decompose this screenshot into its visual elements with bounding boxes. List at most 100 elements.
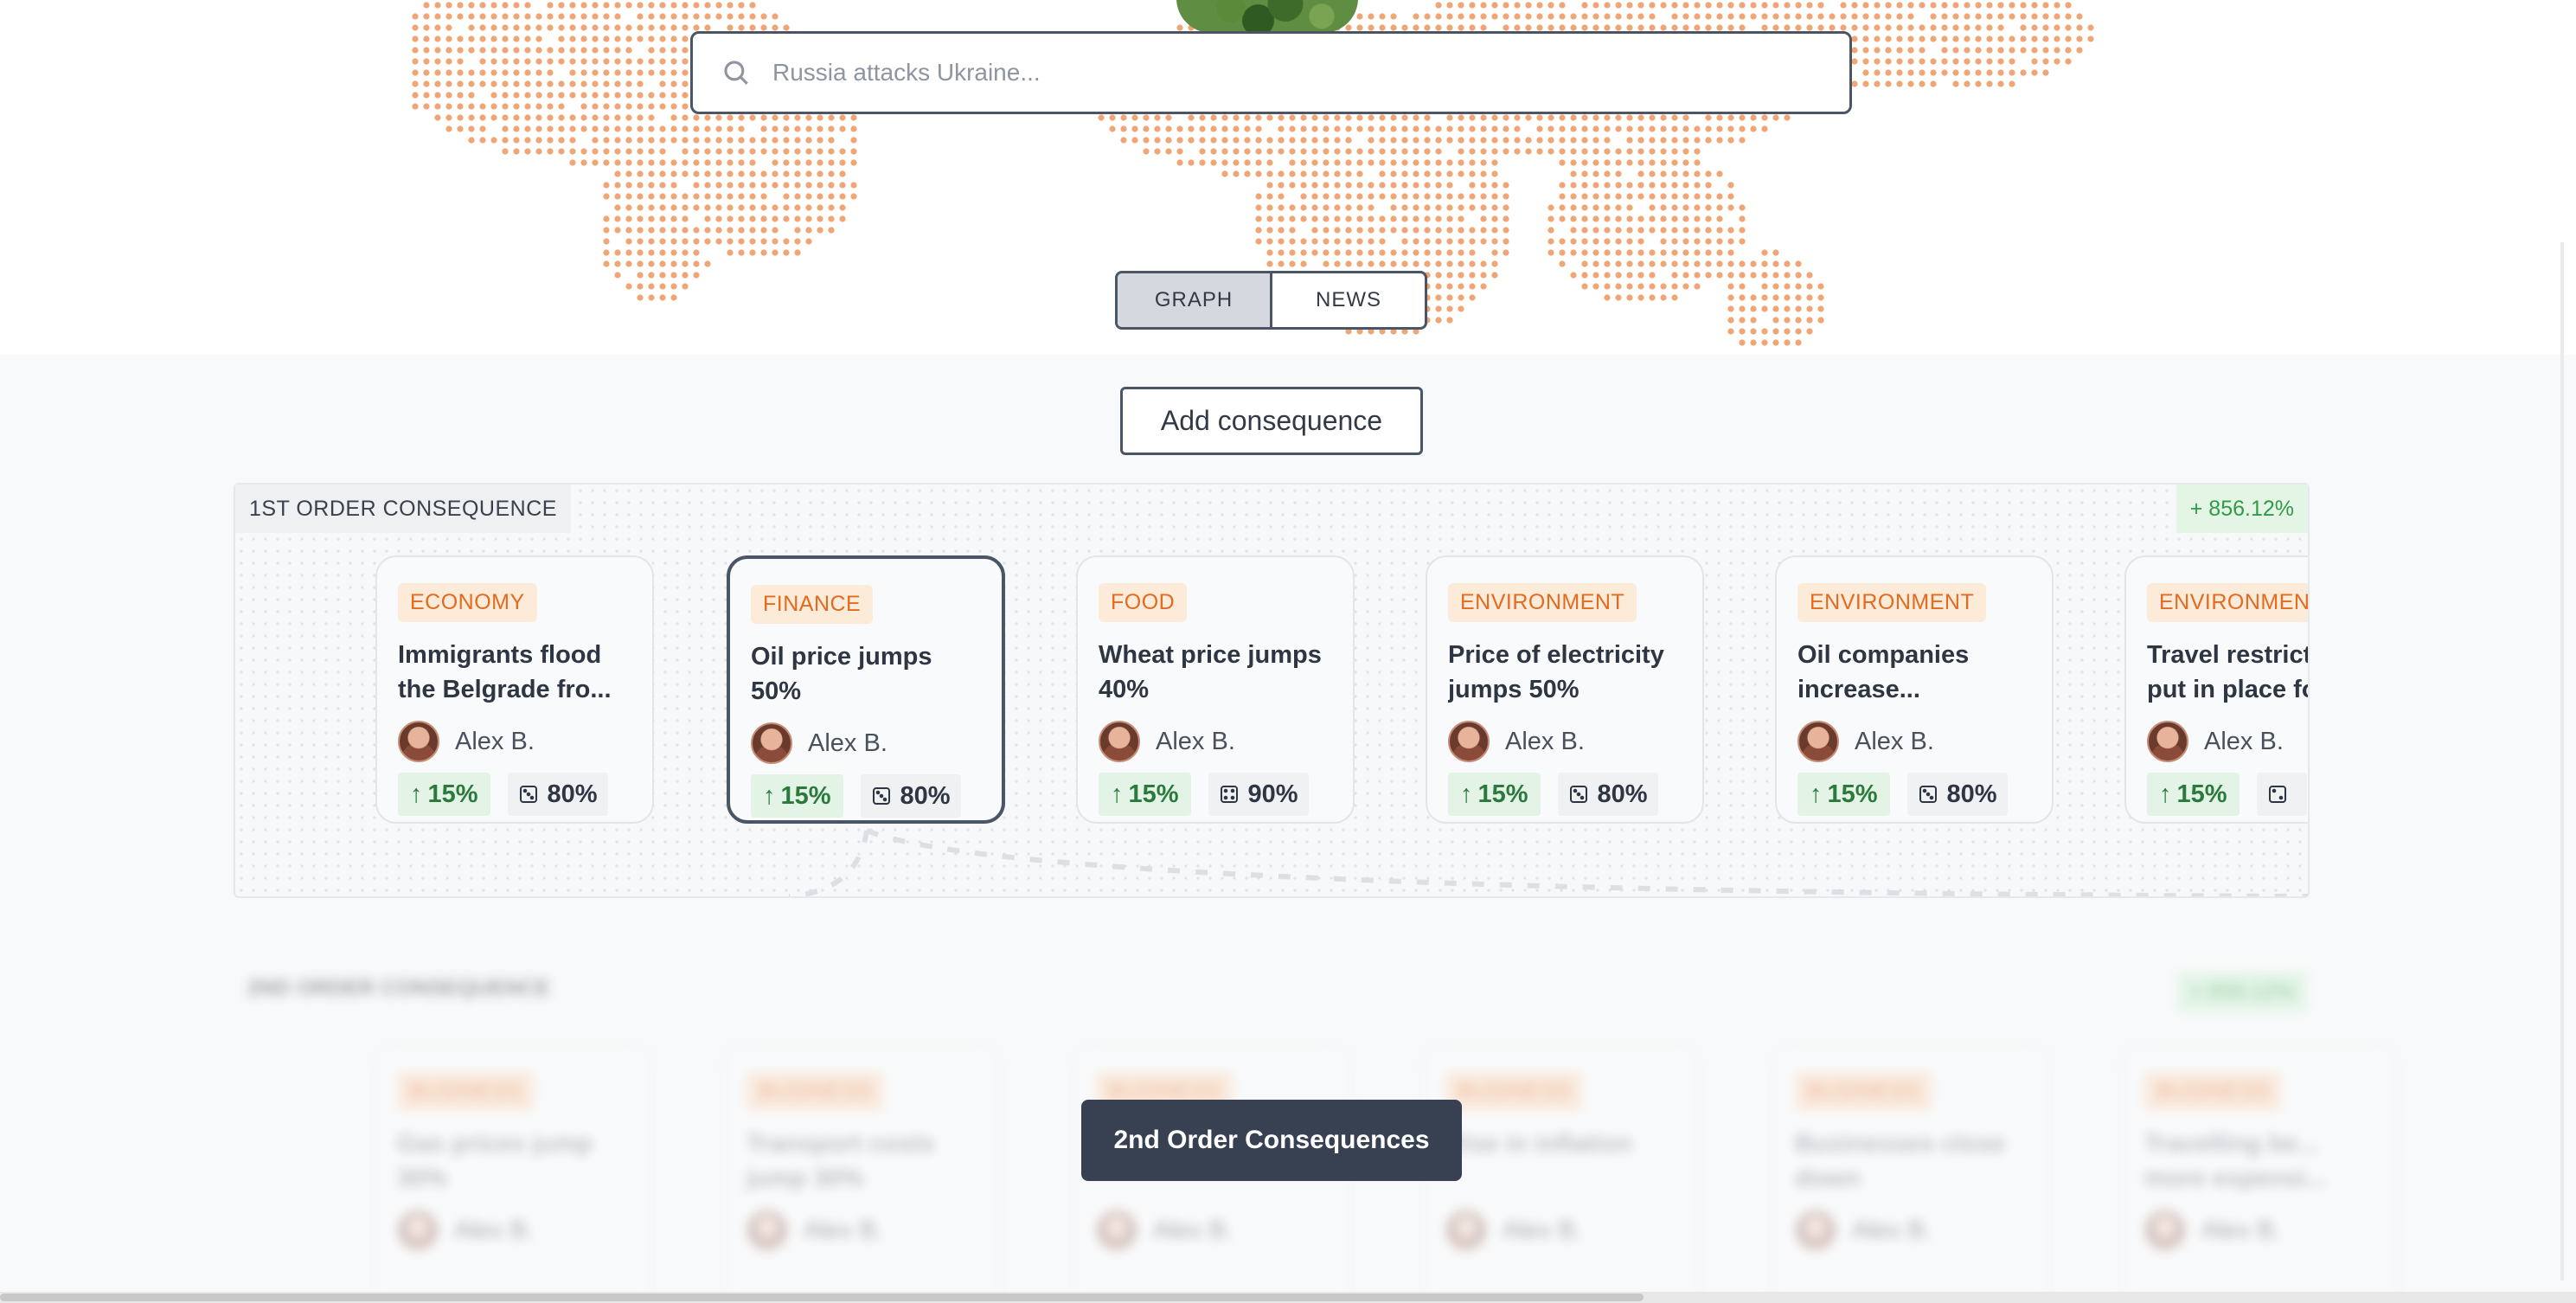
consequence-card[interactable]: ENVIRONMENT Oil companies increase... Al… [1775,555,2054,824]
consequence-card-selected[interactable]: FINANCE Oil price jumps 50% Alex B. ↑ 15%… [727,555,1005,824]
map-dot [1660,148,1667,155]
map-dot [569,159,576,166]
map-dot [1930,13,1937,20]
map-dot [1705,260,1712,267]
consequence-card[interactable]: BUSINESS Businesses close down Alex B. [1772,1043,2050,1303]
map-dot [670,238,677,245]
map-dot [1199,137,1206,144]
map-dot [1660,137,1667,144]
map-dot [434,69,441,76]
map-dot [1390,13,1397,20]
map-dot [1604,137,1611,144]
map-dot [625,260,632,267]
cards-viewport[interactable]: ECONOMY Immigrants flood the Belgrade fr… [235,485,2308,896]
map-dot [760,13,767,20]
map-dot [1368,125,1375,132]
map-dot [1446,13,1453,20]
map-dot [1390,182,1397,189]
map-dot [727,13,734,20]
map-dot [603,2,610,9]
map-dot [1154,125,1161,132]
map-dot [1491,215,1498,222]
map-dot [1682,114,1689,121]
map-dot [850,159,857,166]
consequence-card[interactable]: BUSINESS Rise in inflation Alex B. [1422,1043,1701,1303]
consequence-card[interactable]: BUSINESS Travelling be... more expensi..… [2121,1043,2400,1303]
map-dot [783,125,790,132]
consequence-card[interactable]: BUSINESS Transport costs jump 30% Alex B… [723,1043,1002,1303]
map-dot [1637,227,1644,234]
avatar [1096,1210,1137,1251]
consequence-card[interactable]: ENVIRONMENT Price of electricity jumps 5… [1426,555,1704,824]
avatar [2147,721,2188,762]
map-dot [535,137,542,144]
map-dot [1323,238,1330,245]
map-dot [1266,182,1273,189]
map-dot [1649,159,1656,166]
map-dot [535,58,542,65]
view-toggle[interactable]: GRAPH NEWS [1115,271,1427,330]
map-dot [1446,283,1453,290]
map-dot [1379,249,1386,256]
map-dot [783,249,790,256]
map-dot [1806,305,1813,312]
map-dot [772,13,779,20]
map-dot [749,193,756,200]
map-dot [805,238,812,245]
tab-news[interactable]: NEWS [1272,273,1425,327]
consequence-card[interactable]: FOOD Wheat price jumps 40% Alex B. ↑ 15% … [1076,555,1355,824]
map-dot [1851,80,1858,87]
map-dot [502,13,509,20]
map-dot [1345,114,1352,121]
map-dot [1458,238,1464,245]
consequence-card[interactable]: ECONOMY Immigrants flood the Belgrade fr… [375,555,654,824]
map-dot [1368,238,1375,245]
avatar [397,1210,439,1251]
map-dot [1694,249,1701,256]
scrollbar-thumb[interactable] [0,1293,1644,1301]
second-order-consequences-button[interactable]: 2nd Order Consequences [1081,1100,1462,1181]
map-dot [1592,283,1599,290]
map-dot [659,182,666,189]
map-dot [535,125,542,132]
map-dot [1986,58,1993,65]
map-dot [682,80,689,87]
add-consequence-button[interactable]: Add consequence [1120,387,1423,455]
map-dot [445,47,452,54]
map-dot [693,114,700,121]
tab-graph[interactable]: GRAPH [1118,273,1272,327]
map-dot [1503,215,1509,222]
map-dot [1694,272,1701,279]
map-dot [715,13,722,20]
map-dot [592,148,599,155]
map-dot [1975,80,1982,87]
map-dot [738,159,745,166]
map-dot [1907,24,1914,31]
map-dot [659,294,666,301]
map-dot [704,137,711,144]
map-dot [1368,137,1375,144]
consequence-card-partial[interactable]: ENVIRONMENT Travel restrictions put in p… [2124,555,2308,824]
map-dot [1986,2,1993,9]
map-dot [1345,215,1352,222]
search-bar[interactable] [690,31,1852,114]
map-dot [1559,24,1566,31]
consequence-card[interactable]: BUSINESS Gas prices jump 30% Alex B. [374,1043,652,1303]
search-input[interactable] [772,59,1793,87]
map-dot [1435,159,1442,166]
map-dot [1851,2,1858,9]
map-dot [682,137,689,144]
map-dot [704,125,711,132]
author-name: Alex B. [1156,727,1235,755]
author-name: Alex B. [808,729,888,757]
map-dot [1750,260,1757,267]
map-dot [1604,24,1611,31]
map-dot [794,238,801,245]
map-dot [760,148,767,155]
map-dot [603,92,610,99]
map-dot [1503,182,1509,189]
map-dot [1109,125,1116,132]
horizontal-scrollbar[interactable] [0,1292,2576,1303]
map-dot [625,2,632,9]
map-dot [434,2,441,9]
